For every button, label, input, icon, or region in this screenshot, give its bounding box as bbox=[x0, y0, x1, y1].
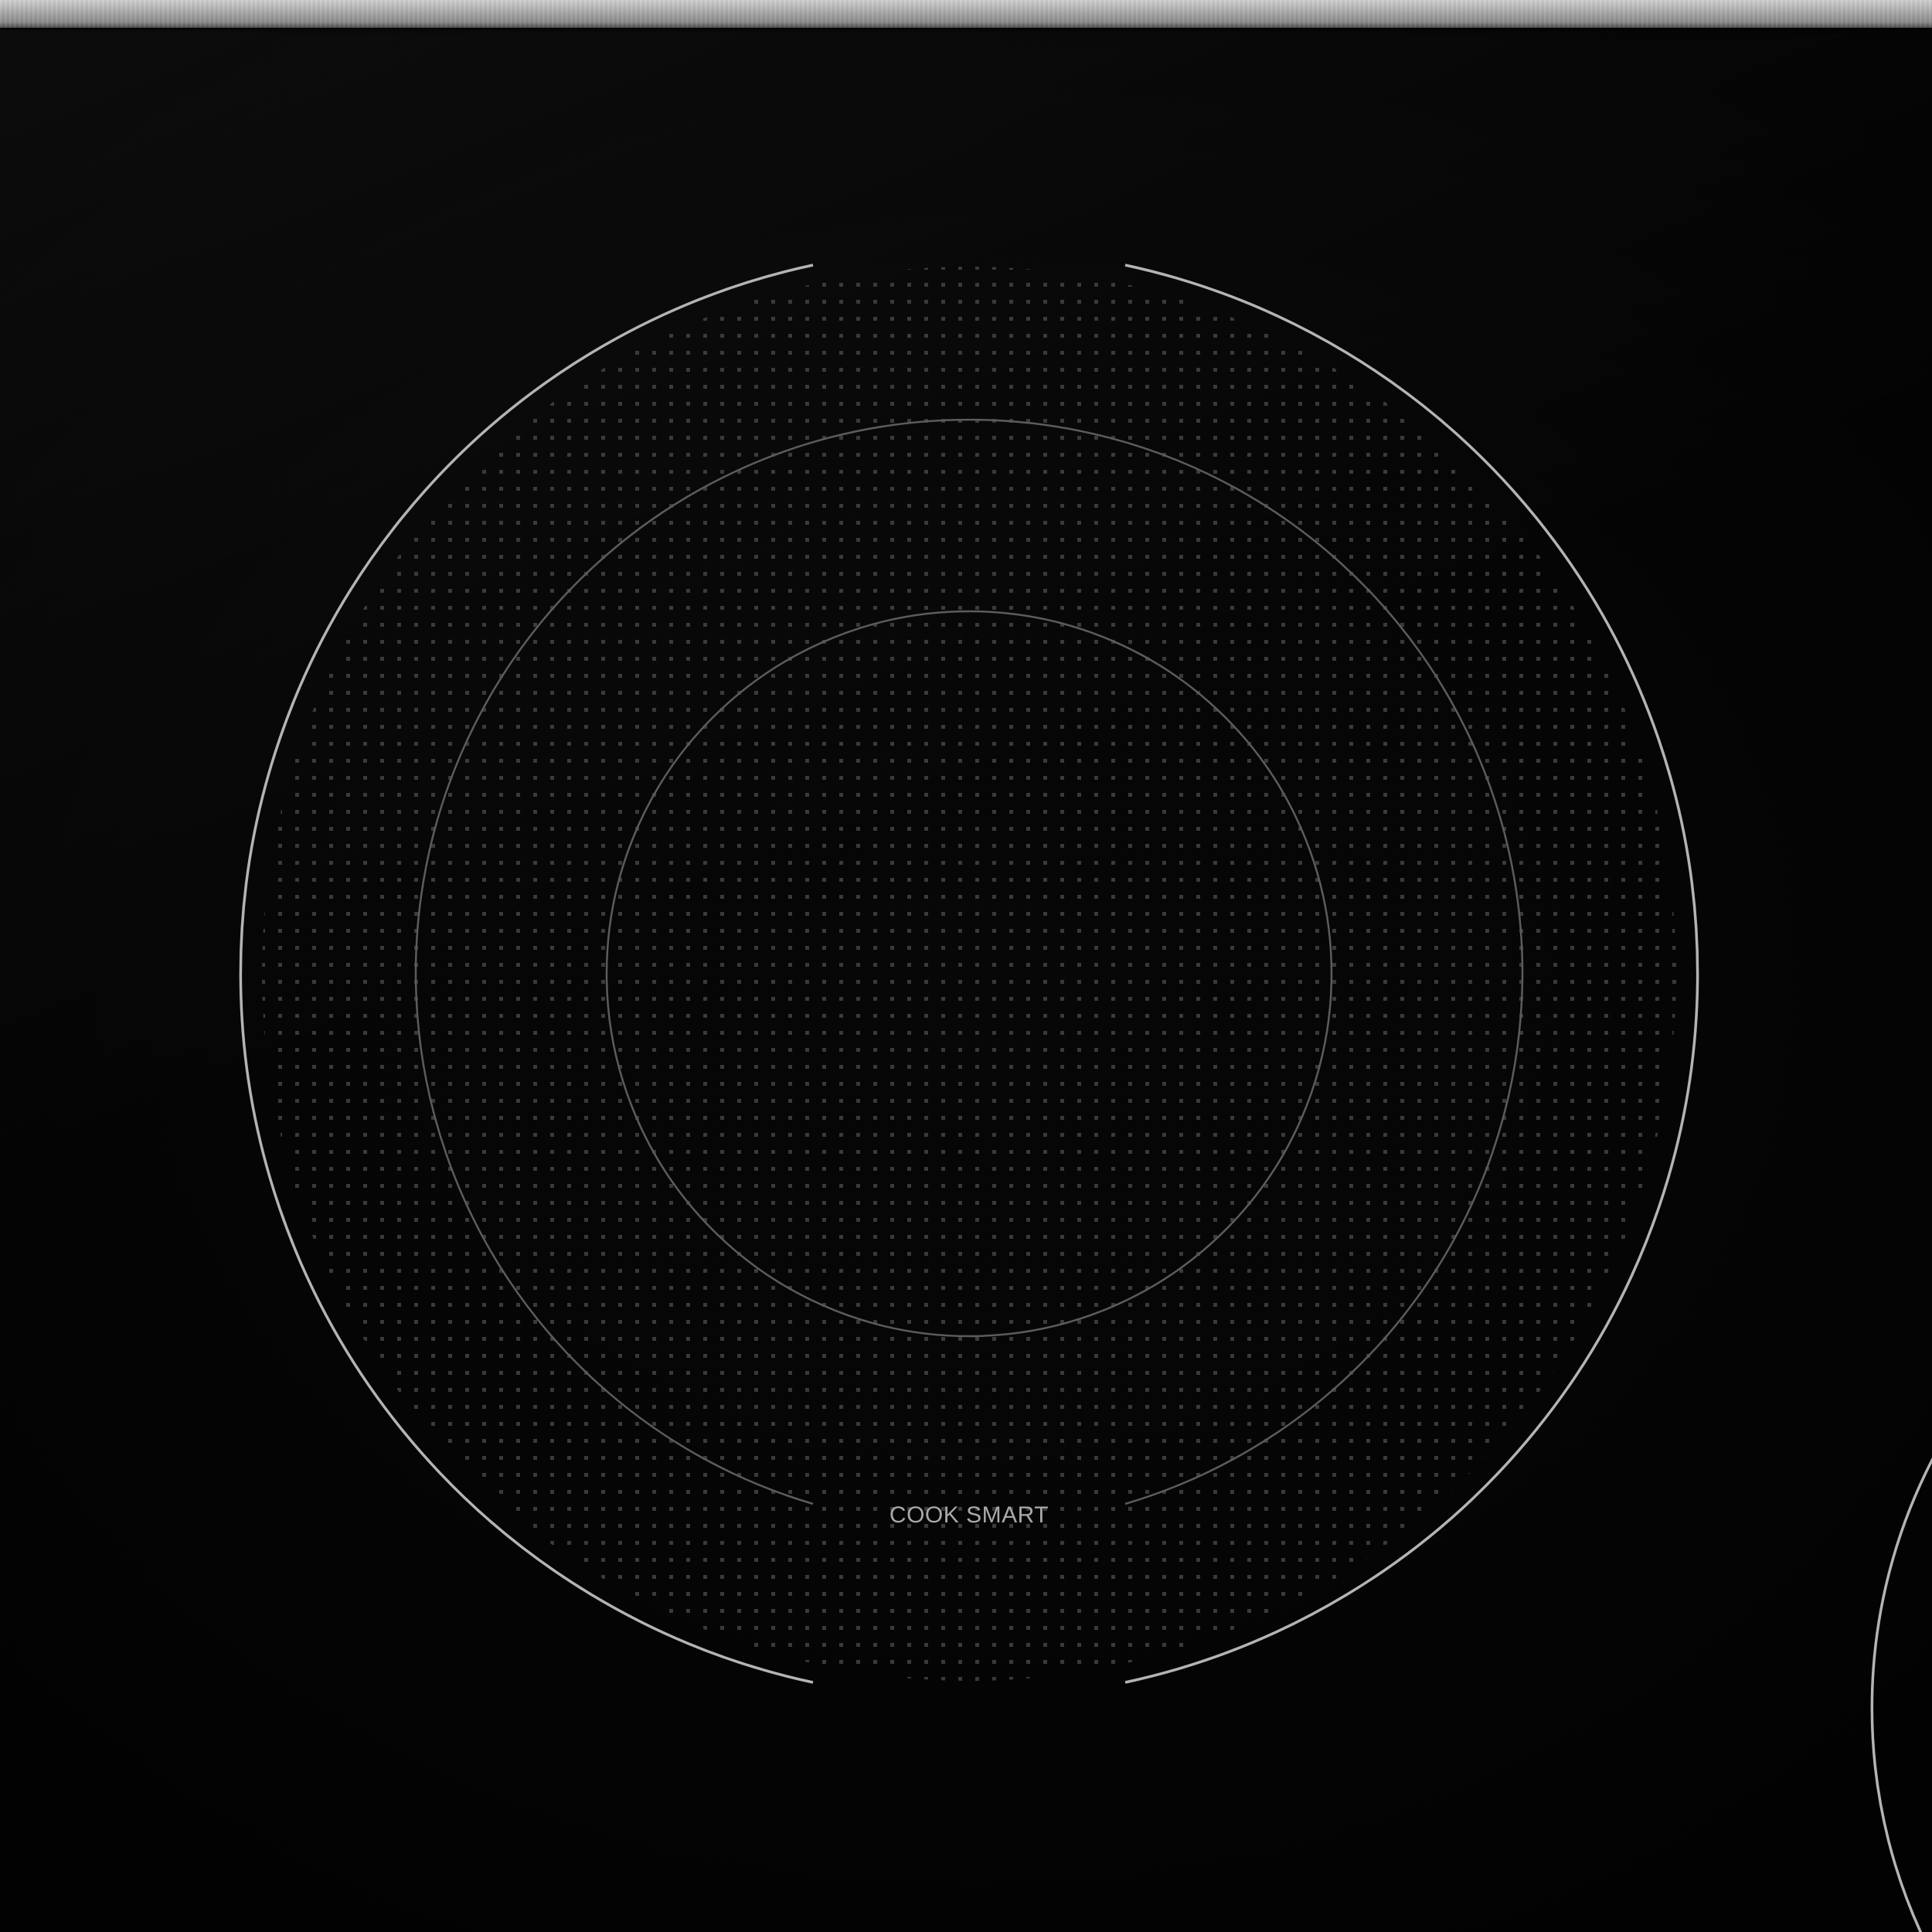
cook-smart-label: COOK SMART bbox=[889, 1502, 1049, 1528]
cooktop-surface: COOK SMART bbox=[0, 0, 1932, 1932]
side-zone-ring bbox=[1870, 1457, 1932, 1932]
side-cooking-zone[interactable] bbox=[1870, 1453, 1932, 1932]
dot-pattern bbox=[262, 267, 1676, 1681]
cooking-zones bbox=[239, 264, 1932, 1932]
main-cooking-zone[interactable] bbox=[239, 264, 1699, 1684]
